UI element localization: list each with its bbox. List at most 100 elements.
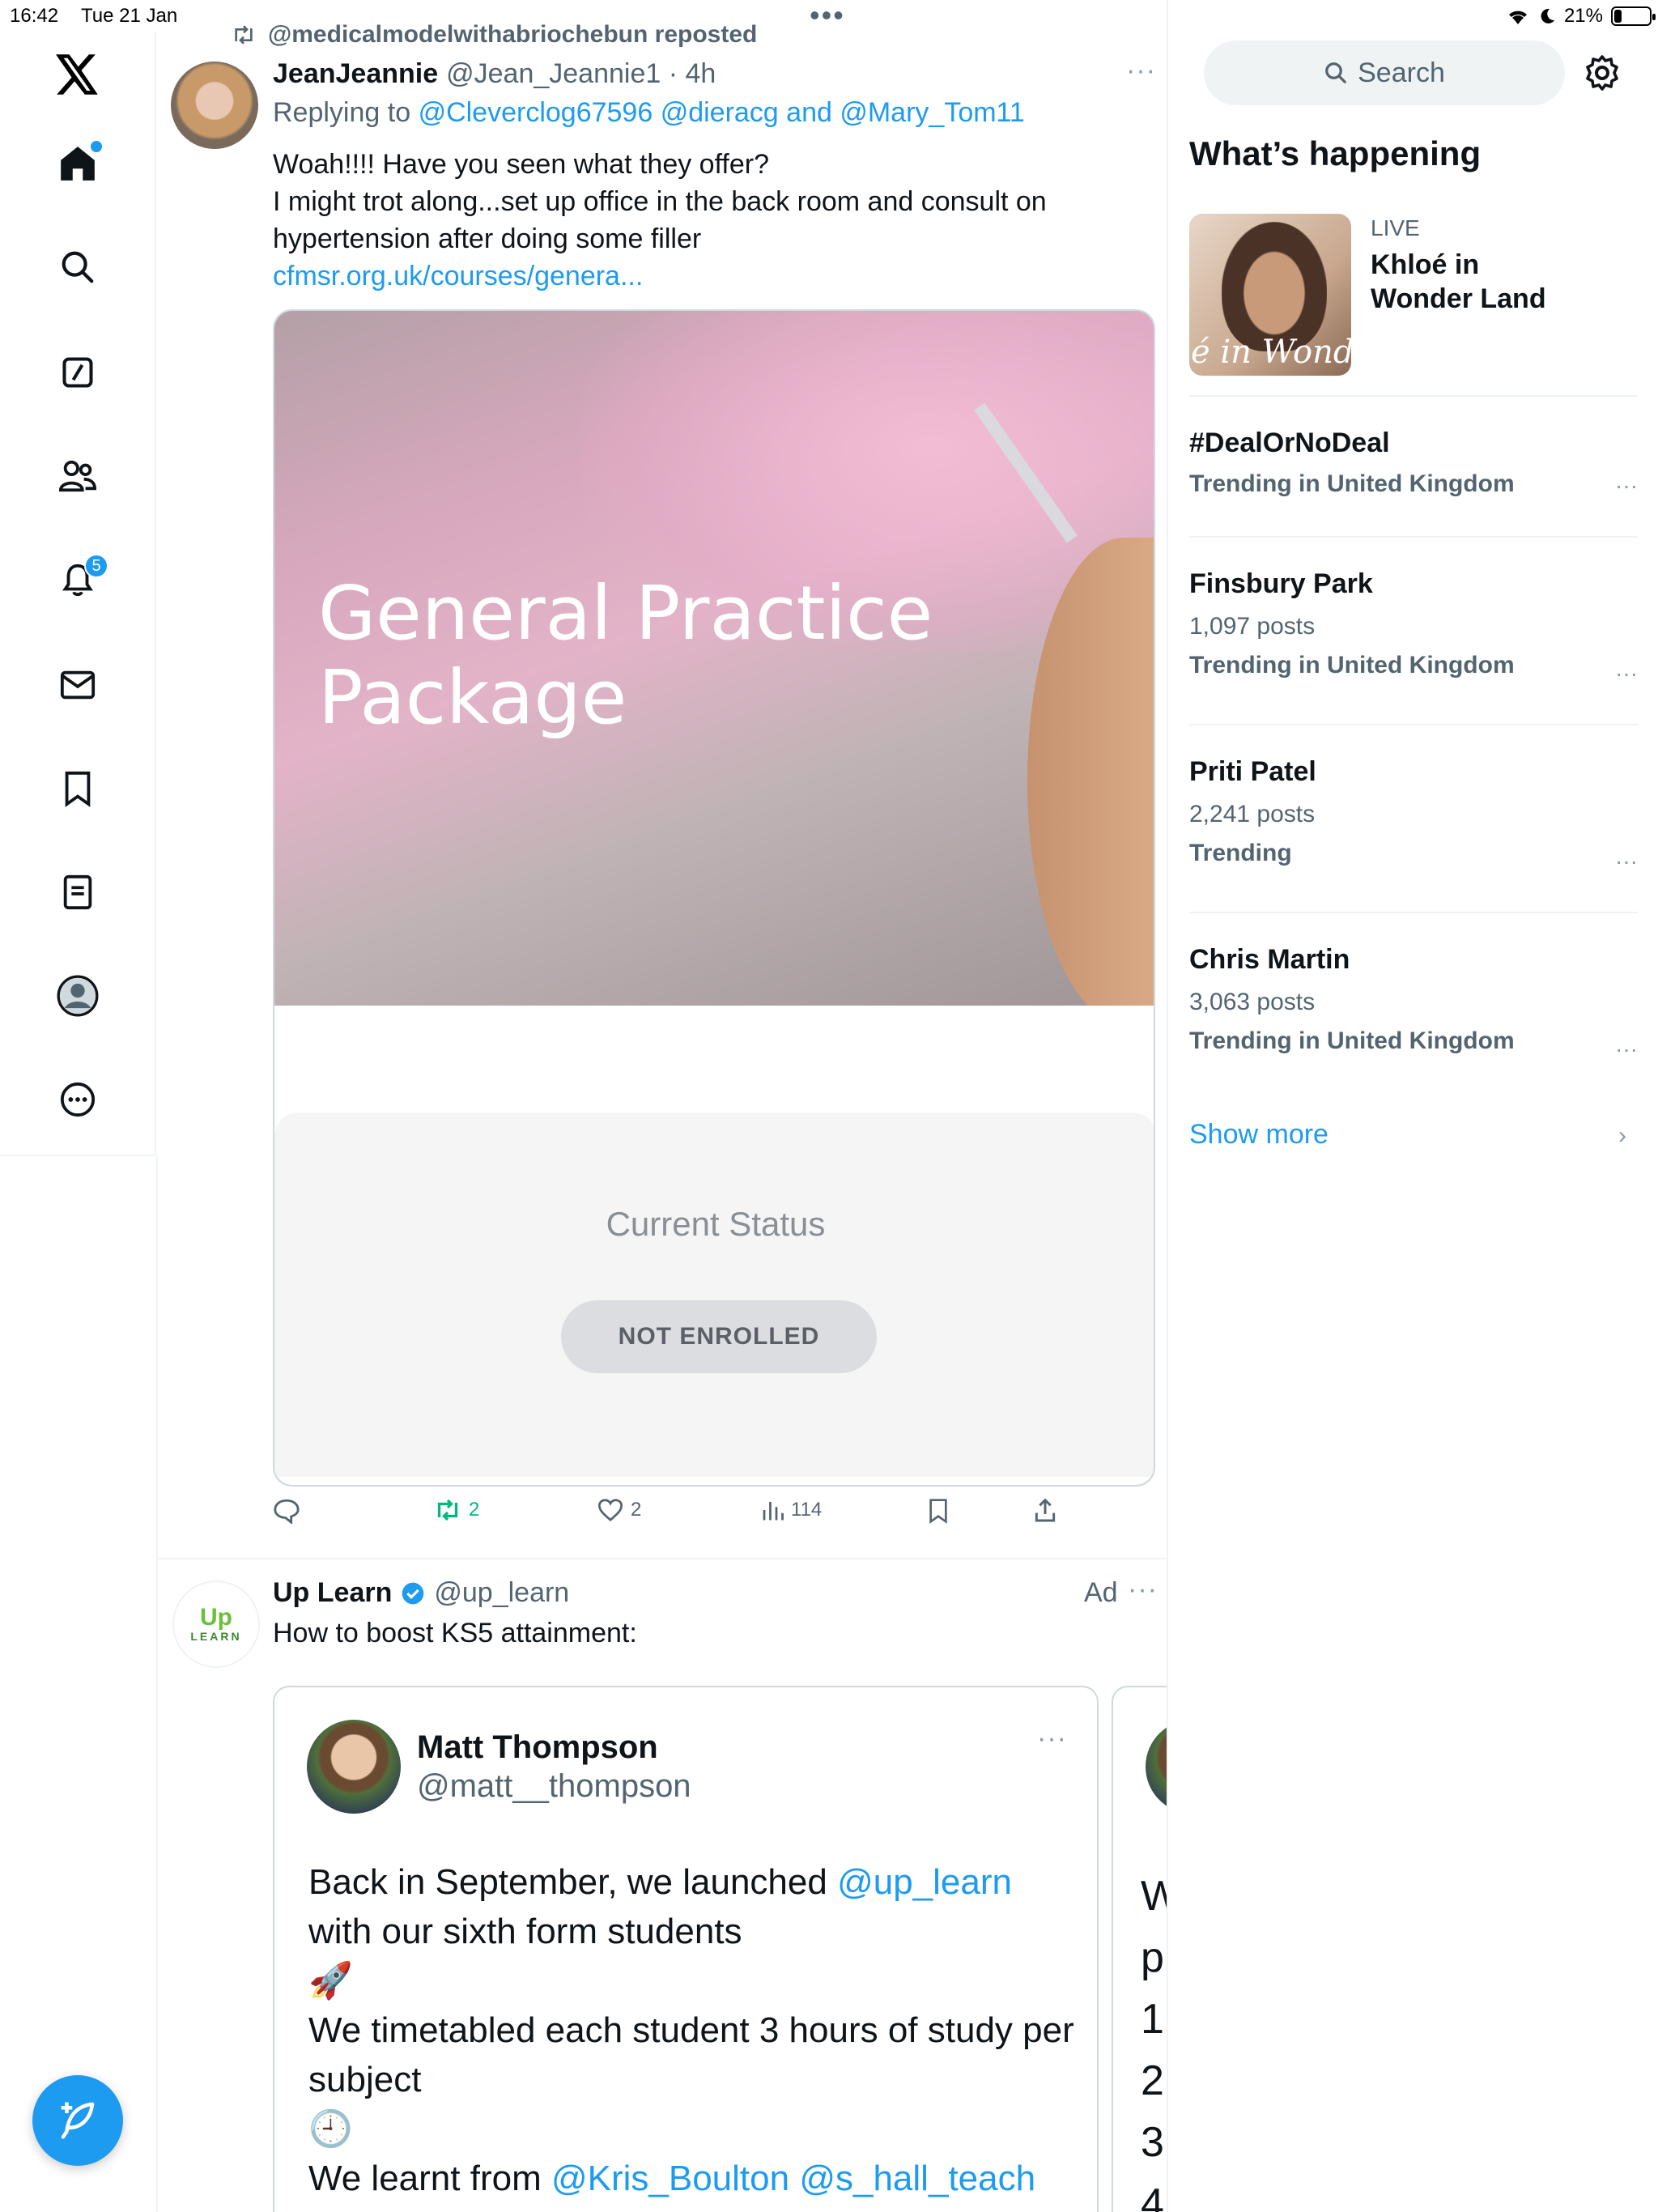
trend-name: Finsbury Park: [1189, 568, 1373, 599]
not-enrolled-badge: NOT ENROLLED: [561, 1300, 877, 1373]
card-author-avatar: [307, 1720, 401, 1814]
trend-context: Trending in United Kingdom: [1189, 652, 1515, 678]
card-more-icon: ···: [1037, 1723, 1067, 1754]
card2-line: 4: [1141, 2180, 1164, 2212]
search-placeholder: Search: [1358, 57, 1445, 88]
settings-gear-icon[interactable]: [1583, 53, 1622, 92]
post-actions: 2 2 114: [273, 1498, 1155, 1538]
home-icon[interactable]: [52, 138, 104, 189]
ad-carousel-card[interactable]: Matt Thompson @matt__thompson ··· Back i…: [273, 1686, 1099, 2212]
live-label: LIVE: [1371, 215, 1420, 240]
trend-item[interactable]: Chris Martin 3,063 posts Trending in Uni…: [1189, 944, 1638, 1061]
retweet-icon: [437, 1499, 458, 1521]
notifications-badge: 5: [84, 554, 108, 578]
bookmark-button[interactable]: [927, 1498, 950, 1524]
card-line-3: We timetabled each student 3 hours of st…: [308, 2010, 1074, 2099]
like-button[interactable]: 2: [597, 1498, 641, 1522]
logo-learn-text: LEARN: [190, 1630, 242, 1643]
trend-more-icon[interactable]: ···: [1615, 849, 1638, 874]
post-text-line-1: Woah!!!! Have you seen what they offer?: [273, 149, 769, 180]
ad-author-handle[interactable]: @up_learn: [434, 1577, 569, 1609]
card2-author-avatar: [1146, 1720, 1167, 1814]
views-count: 114: [791, 1499, 823, 1521]
media-image: General Practice Package: [274, 311, 1154, 1006]
thumbnail-caption: é in Wonder L: [1191, 334, 1351, 371]
bookmarks-icon[interactable]: [52, 763, 104, 815]
views-button[interactable]: 114: [760, 1498, 822, 1522]
trend-context: Trending: [1189, 840, 1292, 866]
post-media-card[interactable]: General Practice Package Current Status …: [273, 309, 1155, 1487]
ad-more-button[interactable]: ···: [1128, 1574, 1158, 1606]
card2-text: W p 1. 2 3 4: [1141, 1865, 1167, 2212]
card-line-1: Back in September, we launched @up_learn: [308, 1857, 1078, 1907]
more-options-icon[interactable]: [52, 1074, 104, 1125]
heart-icon: [597, 1499, 623, 1522]
reply-to-handles[interactable]: @Cleverclog67596 @dieracg and @Mary_Tom1…: [419, 97, 1025, 128]
status-label: Current Status: [606, 1205, 826, 1243]
lists-icon[interactable]: [52, 866, 104, 918]
notifications-bell-icon[interactable]: 5: [52, 554, 108, 606]
repost-label[interactable]: @medicalmodelwithabriochebun reposted: [268, 21, 757, 49]
x-logo-icon[interactable]: [52, 49, 104, 100]
repost-indicator: @medicalmodelwithabriochebun reposted: [231, 21, 757, 49]
ad-header: Up Learn @up_learn: [273, 1577, 569, 1609]
media-title-line-2: Package: [318, 654, 627, 741]
card2-line: 3: [1141, 2119, 1164, 2166]
post-link[interactable]: cfmsr.org.uk/courses/genera...: [273, 257, 1131, 295]
logo-up-text: Up: [200, 1604, 232, 1631]
trend-context: Trending in United Kingdom: [1189, 470, 1515, 497]
retweet-button[interactable]: 2: [433, 1498, 479, 1522]
trend-more-icon[interactable]: ···: [1615, 1036, 1638, 1062]
live-event-name[interactable]: Khloé in Wonder Land: [1371, 248, 1581, 316]
grok-icon[interactable]: [52, 347, 104, 398]
trend-name: #DealOrNoDeal: [1189, 428, 1390, 458]
ad-author-name[interactable]: Up Learn: [273, 1577, 392, 1609]
ad-carousel-card-next[interactable]: W p 1. 2 3 4: [1112, 1686, 1167, 2212]
sidebar-divider: [1189, 912, 1638, 913]
post-more-button[interactable]: ···: [1126, 55, 1156, 87]
right-sidebar: Search What’s happening é in Wonder L LI…: [1168, 0, 1658, 2212]
sidebar-divider: [1189, 395, 1638, 397]
reply-to-line: Replying to @Cleverclog67596 @dieracg an…: [273, 97, 1025, 129]
post-text-line-2: I might trot along...set up office in th…: [273, 186, 1047, 254]
show-more-link[interactable]: Show more: [1189, 1119, 1329, 1151]
retweet-count: 2: [469, 1499, 480, 1521]
trend-item[interactable]: #DealOrNoDeal Trending in United Kingdom…: [1189, 428, 1638, 498]
trend-item[interactable]: Finsbury Park 1,097 posts Trending in Un…: [1189, 568, 1638, 686]
communities-icon[interactable]: [52, 450, 104, 502]
live-event-thumbnail[interactable]: é in Wonder L: [1189, 214, 1351, 376]
up-learn-logo[interactable]: Up LEARN: [172, 1580, 260, 1668]
share-button[interactable]: [1032, 1498, 1058, 1524]
post-author-name[interactable]: JeanJeannie: [273, 58, 438, 90]
card-body: Back in September, we launched @up_learn…: [308, 1857, 1078, 2203]
card-line-1-text: Back in September, we launched: [308, 1862, 838, 1902]
profile-icon[interactable]: [52, 970, 104, 1022]
timeline: @medicalmodelwithabriochebun reposted Je…: [158, 0, 1168, 2212]
repost-icon: [235, 25, 253, 45]
trend-name: Priti Patel: [1189, 756, 1316, 787]
card-author-handle: @matt__thompson: [417, 1768, 691, 1804]
trend-name: Chris Martin: [1189, 944, 1350, 975]
post-author-handle[interactable]: @Jean_Jeannie1 · 4h: [446, 58, 716, 90]
card-line-2: with our sixth form students: [308, 1912, 742, 1951]
trend-more-icon[interactable]: ···: [1615, 473, 1638, 499]
search-input[interactable]: Search: [1204, 40, 1565, 105]
card-mention-up-learn: @up_learn: [837, 1862, 1012, 1902]
status-panel: Current Status NOT ENROLLED: [274, 1112, 1154, 1477]
post-author-avatar[interactable]: [171, 62, 258, 149]
card2-line: 1.: [1141, 1996, 1167, 2043]
search-icon: [1325, 62, 1346, 83]
trend-context: Trending in United Kingdom: [1189, 1027, 1515, 1054]
trend-more-icon[interactable]: ···: [1615, 661, 1638, 687]
reply-icon: [274, 1499, 300, 1524]
like-count: 2: [631, 1499, 642, 1521]
card-line-4-text: We learnt from: [308, 2159, 551, 2198]
card2-line: 2: [1141, 2057, 1164, 2104]
reply-button[interactable]: [273, 1498, 300, 1524]
compose-post-button[interactable]: [32, 2075, 123, 2166]
search-nav-icon[interactable]: [52, 241, 104, 293]
card-line-4: We learnt from @Kris_Boulton @s_hall_tea…: [308, 2154, 1078, 2203]
compose-feather-icon: [61, 2102, 95, 2139]
trend-item[interactable]: Priti Patel 2,241 posts Trending ···: [1189, 756, 1638, 874]
messages-icon[interactable]: [52, 659, 104, 711]
